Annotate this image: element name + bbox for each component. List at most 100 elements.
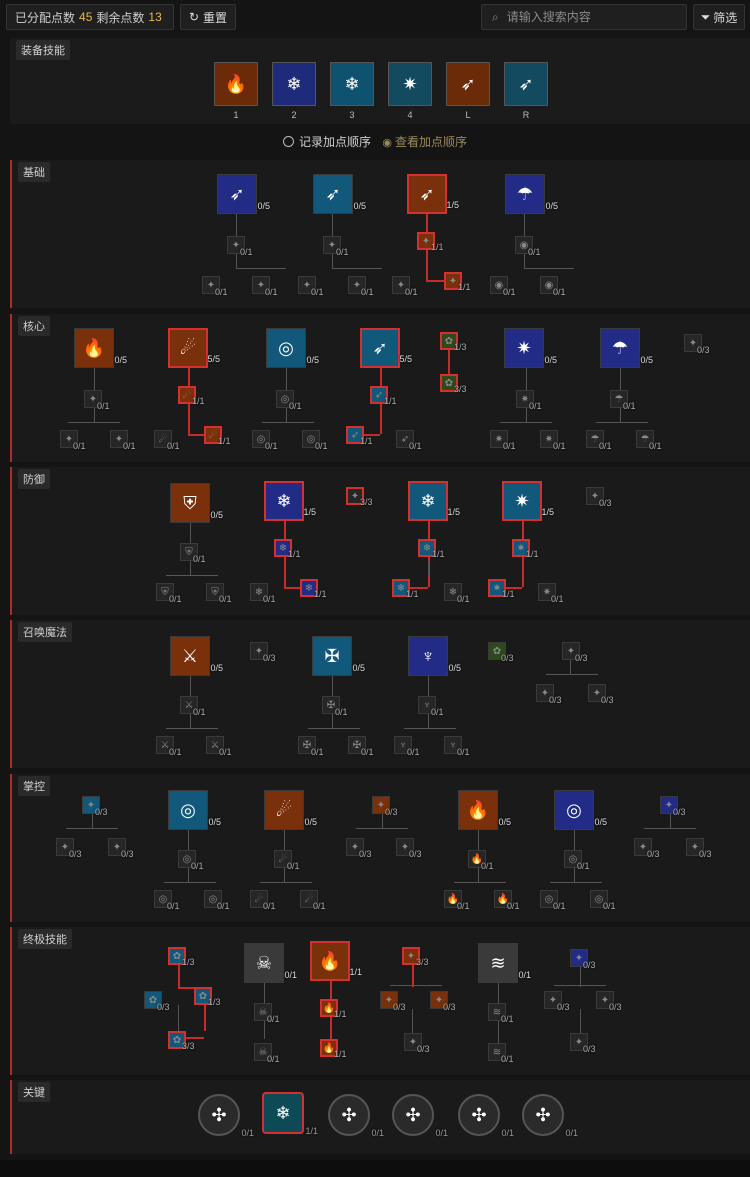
equipped-slot-4[interactable]: ✷ — [388, 62, 432, 106]
skill-upgrade-node[interactable]: ♆ 0/1 — [444, 736, 470, 757]
skill-upgrade-node[interactable]: ✿ 0/3 — [488, 642, 514, 663]
skill-upgrade-node[interactable]: ◉ 0/1 — [515, 236, 541, 257]
skill-node[interactable]: ⚔ 0/5 — [170, 636, 223, 676]
skill-upgrade-node[interactable]: ✦ 0/3 — [430, 991, 456, 1012]
key-passive-node[interactable]: ✣ 0/1 — [392, 1094, 448, 1138]
skill-upgrade-node[interactable]: ⚔ 0/1 — [180, 696, 206, 717]
skill-node[interactable]: 🔥 0/5 — [458, 790, 511, 830]
skill-upgrade-node[interactable]: ⚔ 0/1 — [156, 736, 182, 757]
skill-node[interactable]: ➶ 0/5 — [313, 174, 366, 214]
skill-upgrade-node[interactable]: ✦ 0/1 — [60, 430, 86, 451]
skill-node[interactable]: ◎ 0/5 — [266, 328, 319, 368]
skill-upgrade-node[interactable]: ◎ 0/1 — [564, 850, 590, 871]
skill-upgrade-node[interactable]: ✦ 0/3 — [562, 642, 588, 663]
skill-upgrade-node[interactable]: ✷ 1/1 — [488, 579, 515, 599]
key-passive-node[interactable]: ✣ 0/1 — [328, 1094, 384, 1138]
skill-upgrade-node[interactable]: ⛨ 0/1 — [156, 583, 182, 604]
skill-upgrade-node[interactable]: ✠ 0/1 — [298, 736, 324, 757]
skill-upgrade-node[interactable]: ✦ 0/3 — [404, 1033, 430, 1054]
key-passive-node[interactable]: ✣ 0/1 — [458, 1094, 514, 1138]
search-input[interactable] — [506, 10, 667, 24]
skill-node[interactable]: ❄ 1/5 — [408, 481, 460, 521]
skill-upgrade-node[interactable]: ✦ 0/3 — [108, 838, 134, 859]
skill-node[interactable]: ➶ 1/5 — [407, 174, 459, 214]
skill-upgrade-node[interactable]: ❄ 0/1 — [250, 583, 276, 604]
search-box[interactable]: ⌕ — [481, 4, 687, 30]
skill-upgrade-node[interactable]: ☄ 0/1 — [274, 850, 300, 871]
skill-node[interactable]: ☄ 5/5 — [168, 328, 220, 368]
skill-upgrade-node[interactable]: ✦ 0/3 — [380, 991, 406, 1012]
skill-node[interactable]: ✷ 0/5 — [504, 328, 557, 368]
skill-upgrade-node[interactable]: 🔥 0/1 — [494, 890, 520, 911]
skill-upgrade-node[interactable]: ✠ 0/1 — [348, 736, 374, 757]
skill-upgrade-node[interactable]: ◎ 0/1 — [252, 430, 278, 451]
skill-upgrade-node[interactable]: ◎ 0/1 — [276, 390, 302, 411]
skill-upgrade-node[interactable]: ✦ 0/3 — [634, 838, 660, 859]
view-order-link[interactable]: ◉ 查看加点顺序 — [382, 135, 467, 149]
filter-button[interactable]: ⏷ 筛选 — [693, 4, 745, 30]
skill-upgrade-node[interactable]: ◎ 0/1 — [590, 890, 616, 911]
skill-upgrade-node[interactable]: ✦ 0/1 — [227, 236, 253, 257]
skill-upgrade-node[interactable]: ✦ 0/1 — [110, 430, 136, 451]
skill-upgrade-node[interactable]: ⛨ 0/1 — [180, 543, 206, 564]
skill-upgrade-node[interactable]: ◎ 0/1 — [154, 890, 180, 911]
skill-node[interactable]: ✠ 0/5 — [312, 636, 365, 676]
skill-upgrade-node[interactable]: ✷ 0/1 — [516, 390, 542, 411]
skill-upgrade-node[interactable]: ☄ 0/1 — [154, 430, 180, 451]
equipped-slot-3[interactable]: ❄ — [330, 62, 374, 106]
skill-upgrade-node[interactable]: ❄ 1/1 — [392, 579, 419, 599]
skill-upgrade-node[interactable]: ✦ 0/1 — [298, 276, 324, 297]
skill-upgrade-node[interactable]: 🔥 0/1 — [468, 850, 494, 871]
skill-upgrade-node[interactable]: 🔥 0/1 — [444, 890, 470, 911]
skill-upgrade-node[interactable]: ☂ 0/1 — [610, 390, 636, 411]
skill-upgrade-node[interactable]: ◉ 0/1 — [490, 276, 516, 297]
skill-upgrade-node[interactable]: ✦ 0/3 — [686, 838, 712, 859]
skill-upgrade-node[interactable]: ✷ 0/1 — [540, 430, 566, 451]
skill-upgrade-node[interactable]: ✦ 0/3 — [536, 684, 562, 705]
skill-upgrade-node[interactable]: ✦ 0/3 — [56, 838, 82, 859]
key-passive-node[interactable]: ❄ 1/1 — [262, 1092, 318, 1136]
skill-node[interactable]: ✷ 1/5 — [502, 481, 554, 521]
reset-button[interactable]: ↻ 重置 — [180, 4, 236, 30]
skill-upgrade-node[interactable]: ✦ 0/3 — [596, 991, 622, 1012]
skill-upgrade-node[interactable]: ✦ 0/3 — [250, 642, 276, 663]
skill-upgrade-node[interactable]: ✦ 0/3 — [586, 487, 612, 508]
skill-upgrade-node[interactable]: ✿ 3/3 — [440, 374, 467, 394]
equipped-slot-2[interactable]: ❄ — [272, 62, 316, 106]
skill-upgrade-node[interactable]: ❄ 1/1 — [274, 539, 301, 559]
skill-upgrade-node[interactable]: ☠ 0/1 — [254, 1003, 280, 1024]
skill-upgrade-node[interactable]: ◎ 0/1 — [204, 890, 230, 911]
skill-upgrade-node[interactable]: ✦ 0/3 — [588, 684, 614, 705]
skill-upgrade-node[interactable]: ◎ 0/1 — [178, 850, 204, 871]
skill-upgrade-node[interactable]: ✦ 0/1 — [202, 276, 228, 297]
skill-upgrade-node[interactable]: ✦ 0/3 — [570, 949, 596, 970]
skill-upgrade-node[interactable]: ✿ 1/3 — [440, 332, 467, 352]
skill-upgrade-node[interactable]: ☄ 1/1 — [204, 426, 231, 446]
skill-upgrade-node[interactable]: ✿ 0/3 — [144, 991, 170, 1012]
skill-upgrade-node[interactable]: ≋ 0/1 — [488, 1003, 514, 1024]
skill-upgrade-node[interactable]: ☄ 1/1 — [178, 386, 205, 406]
skill-upgrade-node[interactable]: ✿ 3/3 — [168, 1031, 195, 1051]
skill-upgrade-node[interactable]: ♆ 0/1 — [418, 696, 444, 717]
skill-node[interactable]: ◎ 0/5 — [554, 790, 607, 830]
skill-upgrade-node[interactable]: ❄ 1/1 — [300, 579, 327, 599]
skill-upgrade-node[interactable]: ✦ 3/3 — [346, 487, 373, 507]
skill-node[interactable]: ☂ 0/5 — [600, 328, 653, 368]
skill-upgrade-node[interactable]: ✦ 0/1 — [348, 276, 374, 297]
skill-upgrade-node[interactable]: ➶ 1/1 — [346, 426, 373, 446]
skill-upgrade-node[interactable]: ✦ 0/3 — [396, 838, 422, 859]
skill-upgrade-node[interactable]: ✦ 3/3 — [402, 947, 429, 967]
skill-node[interactable]: ◎ 0/5 — [168, 790, 221, 830]
skill-upgrade-node[interactable]: 🔥 1/1 — [320, 1039, 347, 1059]
skill-upgrade-node[interactable]: ☄ 0/1 — [250, 890, 276, 911]
skill-upgrade-node[interactable]: ✦ 0/3 — [660, 796, 686, 817]
equipped-slot-r[interactable]: ➶ — [504, 62, 548, 106]
skill-upgrade-node[interactable]: ✠ 0/1 — [322, 696, 348, 717]
equipped-slot-1[interactable]: 🔥 — [214, 62, 258, 106]
skill-upgrade-node[interactable]: ⛨ 0/1 — [206, 583, 232, 604]
skill-node[interactable]: ➶ 0/5 — [217, 174, 270, 214]
skill-node[interactable]: ❄ 1/5 — [264, 481, 316, 521]
skill-upgrade-node[interactable]: ✷ 1/1 — [512, 539, 539, 559]
skill-upgrade-node[interactable]: ❄ 1/1 — [418, 539, 445, 559]
skill-upgrade-node[interactable]: ✦ 0/1 — [84, 390, 110, 411]
